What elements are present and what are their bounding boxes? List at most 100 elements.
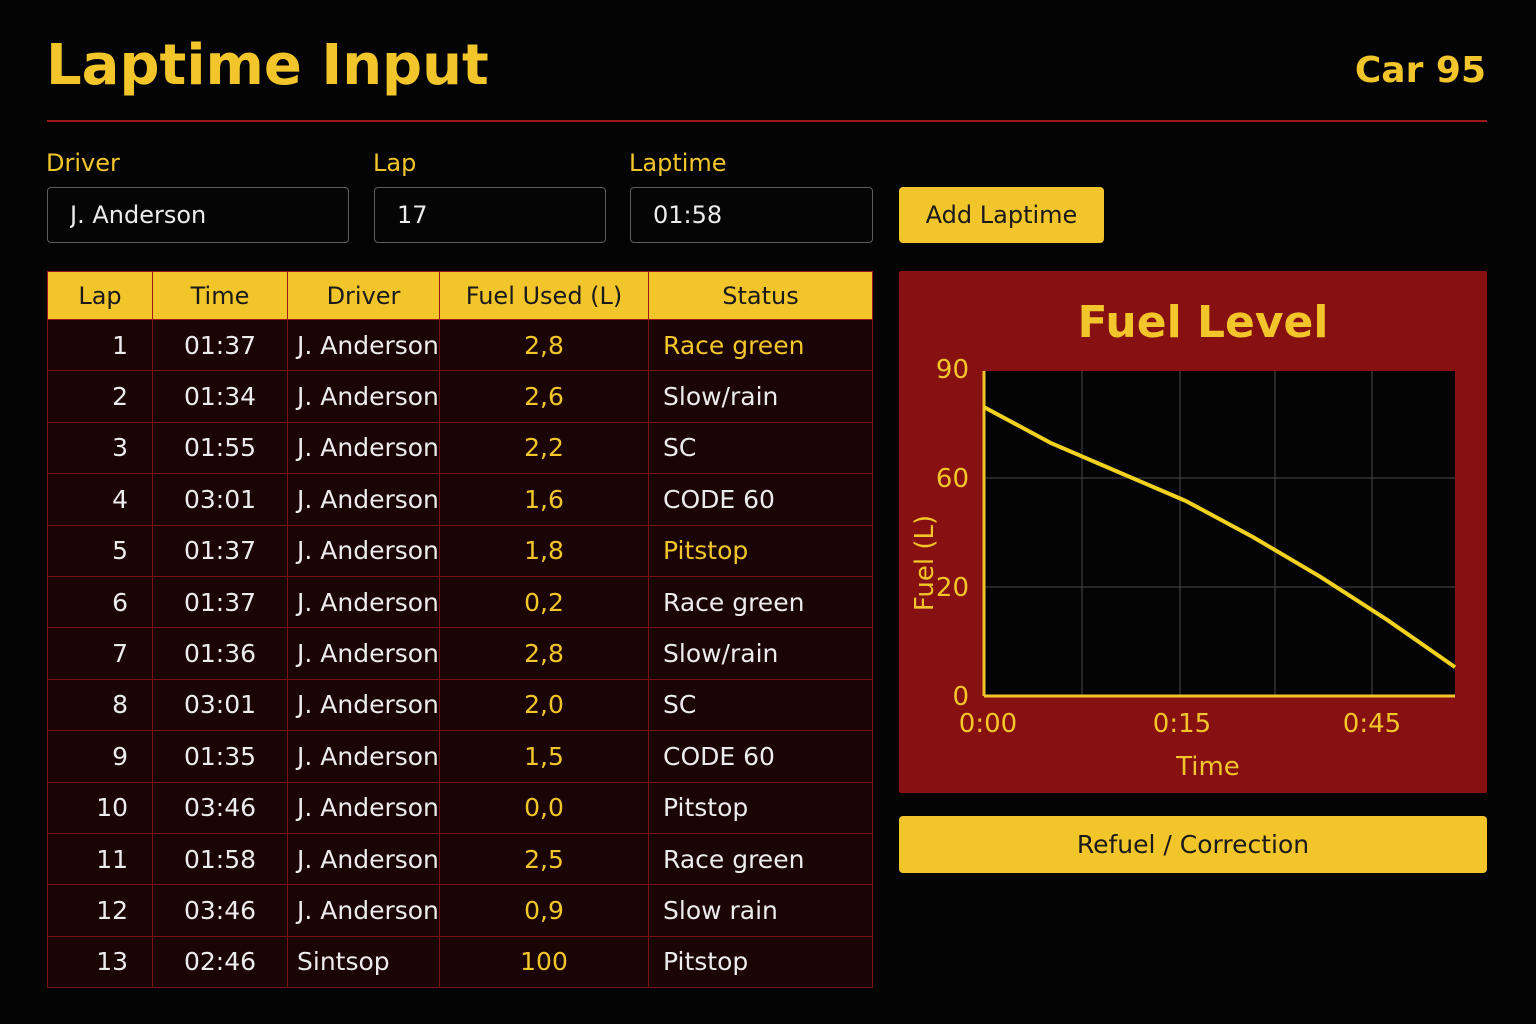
y-tick-label: 0 — [952, 682, 969, 712]
driver-cell: J. Anderson — [287, 730, 440, 783]
status-cell: Race green — [648, 575, 873, 629]
column-header-time[interactable]: Time — [152, 271, 288, 320]
x-tick-label: 0:45 — [1343, 709, 1401, 739]
fuel-used-cell: 100 — [439, 935, 649, 989]
fuel-used-cell: 0,2 — [439, 575, 649, 629]
time-cell: 01:36 — [152, 627, 288, 680]
y-tick-label: 90 — [936, 355, 969, 385]
driver-cell: J. Anderson — [287, 781, 440, 834]
table-row[interactable]: 13 02:46 Sintsop 100 Pitstop — [47, 935, 873, 989]
lap-label: Lap — [373, 149, 417, 177]
table-row[interactable]: 4 03:01 J. Anderson 1,6 CODE 60 — [47, 473, 873, 526]
laptime-table: Lap Time Driver Fuel Used (L) Status 1 01… — [47, 271, 873, 989]
table-row[interactable]: 5 01:37 J. Anderson 1,8 Pitstop — [47, 524, 873, 577]
y-tick-label: 20 — [936, 573, 969, 603]
status-cell: CODE 60 — [648, 730, 873, 783]
status-cell: Pitstop — [648, 781, 873, 834]
driver-cell: J. Anderson — [287, 627, 440, 680]
lap-cell: 6 — [47, 575, 153, 629]
status-cell: Race green — [648, 318, 873, 372]
table-row[interactable]: 9 01:35 J. Anderson 1,5 CODE 60 — [47, 730, 873, 783]
fuel-level-chart: Fuel Level 0 20 60 90 0:00 0:15 0:45 Time Fuel (L… — [899, 271, 1487, 793]
status-cell: Slow rain — [648, 884, 873, 937]
driver-cell: J. Anderson — [287, 318, 440, 372]
status-cell: Pitstop — [648, 935, 873, 989]
driver-cell: J. Anderson — [287, 421, 440, 475]
time-cell: 03:46 — [152, 884, 288, 937]
driver-cell: Sintsop — [287, 935, 440, 989]
laptime-input[interactable] — [630, 187, 873, 243]
fuel-used-cell: 2,8 — [439, 627, 649, 680]
refuel-correction-button[interactable]: Refuel / Correction — [899, 816, 1487, 873]
time-cell: 01:58 — [152, 832, 288, 886]
table-header-row: Lap Time Driver Fuel Used (L) Status — [47, 271, 873, 320]
column-header-fuel-used[interactable]: Fuel Used (L) — [439, 271, 649, 320]
driver-cell: J. Anderson — [287, 473, 440, 526]
lap-cell: 8 — [47, 678, 153, 732]
table-row[interactable]: 6 01:37 J. Anderson 0,2 Race green — [47, 575, 873, 629]
fuel-used-cell: 1,6 — [439, 473, 649, 526]
time-cell: 01:37 — [152, 318, 288, 372]
x-tick-label: 0:00 — [959, 709, 1017, 739]
y-axis-label: Fuel (L) — [910, 515, 940, 611]
page-title: Laptime Input — [46, 33, 489, 98]
fuel-used-cell: 0,0 — [439, 781, 649, 834]
time-cell: 02:46 — [152, 935, 288, 989]
lap-cell: 11 — [47, 832, 153, 886]
x-tick-label: 0:15 — [1153, 709, 1211, 739]
status-cell: SC — [648, 421, 873, 475]
driver-cell: J. Anderson — [287, 832, 440, 886]
status-cell: CODE 60 — [648, 473, 873, 526]
laptime-label: Laptime — [629, 149, 727, 177]
column-header-status[interactable]: Status — [648, 271, 873, 320]
time-cell: 03:01 — [152, 473, 288, 526]
status-cell: Slow/rain — [648, 370, 873, 423]
fuel-used-cell: 2,2 — [439, 421, 649, 475]
column-header-driver[interactable]: Driver — [287, 271, 440, 320]
driver-cell: J. Anderson — [287, 678, 440, 732]
fuel-used-cell: 1,5 — [439, 730, 649, 783]
lap-cell: 2 — [47, 370, 153, 423]
status-cell: Race green — [648, 832, 873, 886]
table-row[interactable]: 11 01:58 J. Anderson 2,5 Race green — [47, 832, 873, 886]
driver-cell: J. Anderson — [287, 575, 440, 629]
fuel-used-cell: 2,0 — [439, 678, 649, 732]
lap-cell: 13 — [47, 935, 153, 989]
time-cell: 01:55 — [152, 421, 288, 475]
fuel-chart-svg: Fuel Level 0 20 60 90 0:00 0:15 0:45 Time Fuel (L… — [910, 297, 1457, 782]
fuel-used-cell: 2,5 — [439, 832, 649, 886]
lap-cell: 10 — [47, 781, 153, 834]
table-row[interactable]: 12 03:46 J. Anderson 0,9 Slow rain — [47, 884, 873, 937]
y-tick-label: 60 — [936, 464, 969, 494]
fuel-used-cell: 2,6 — [439, 370, 649, 423]
table-row[interactable]: 8 03:01 J. Anderson 2,0 SC — [47, 678, 873, 732]
time-cell: 01:37 — [152, 524, 288, 577]
lap-cell: 3 — [47, 421, 153, 475]
lap-cell: 7 — [47, 627, 153, 680]
table-body: 1 01:37 J. Anderson 2,8 Race green 2 01:34 J. A… — [47, 318, 873, 989]
chart-title: Fuel Level — [1078, 297, 1329, 348]
time-cell: 03:46 — [152, 781, 288, 834]
table-row[interactable]: 2 01:34 J. Anderson 2,6 Slow/rain — [47, 370, 873, 423]
driver-cell: J. Anderson — [287, 884, 440, 937]
car-number: Car 95 — [1354, 50, 1486, 91]
column-header-lap[interactable]: Lap — [47, 271, 153, 320]
fuel-used-cell: 0,9 — [439, 884, 649, 937]
status-cell: Slow/rain — [648, 627, 873, 680]
lap-cell: 4 — [47, 473, 153, 526]
table-row[interactable]: 10 03:46 J. Anderson 0,0 Pitstop — [47, 781, 873, 834]
driver-input[interactable] — [47, 187, 349, 243]
table-row[interactable]: 1 01:37 J. Anderson 2,8 Race green — [47, 318, 873, 372]
time-cell: 01:35 — [152, 730, 288, 783]
time-cell: 01:34 — [152, 370, 288, 423]
lap-input[interactable] — [374, 187, 606, 243]
add-laptime-button[interactable]: Add Laptime — [899, 187, 1104, 243]
status-cell: SC — [648, 678, 873, 732]
table-row[interactable]: 7 01:36 J. Anderson 2,8 Slow/rain — [47, 627, 873, 680]
driver-cell: J. Anderson — [287, 524, 440, 577]
status-cell: Pitstop — [648, 524, 873, 577]
plot-area — [984, 371, 1455, 696]
time-cell: 01:37 — [152, 575, 288, 629]
table-row[interactable]: 3 01:55 J. Anderson 2,2 SC — [47, 421, 873, 475]
driver-label: Driver — [46, 149, 120, 177]
